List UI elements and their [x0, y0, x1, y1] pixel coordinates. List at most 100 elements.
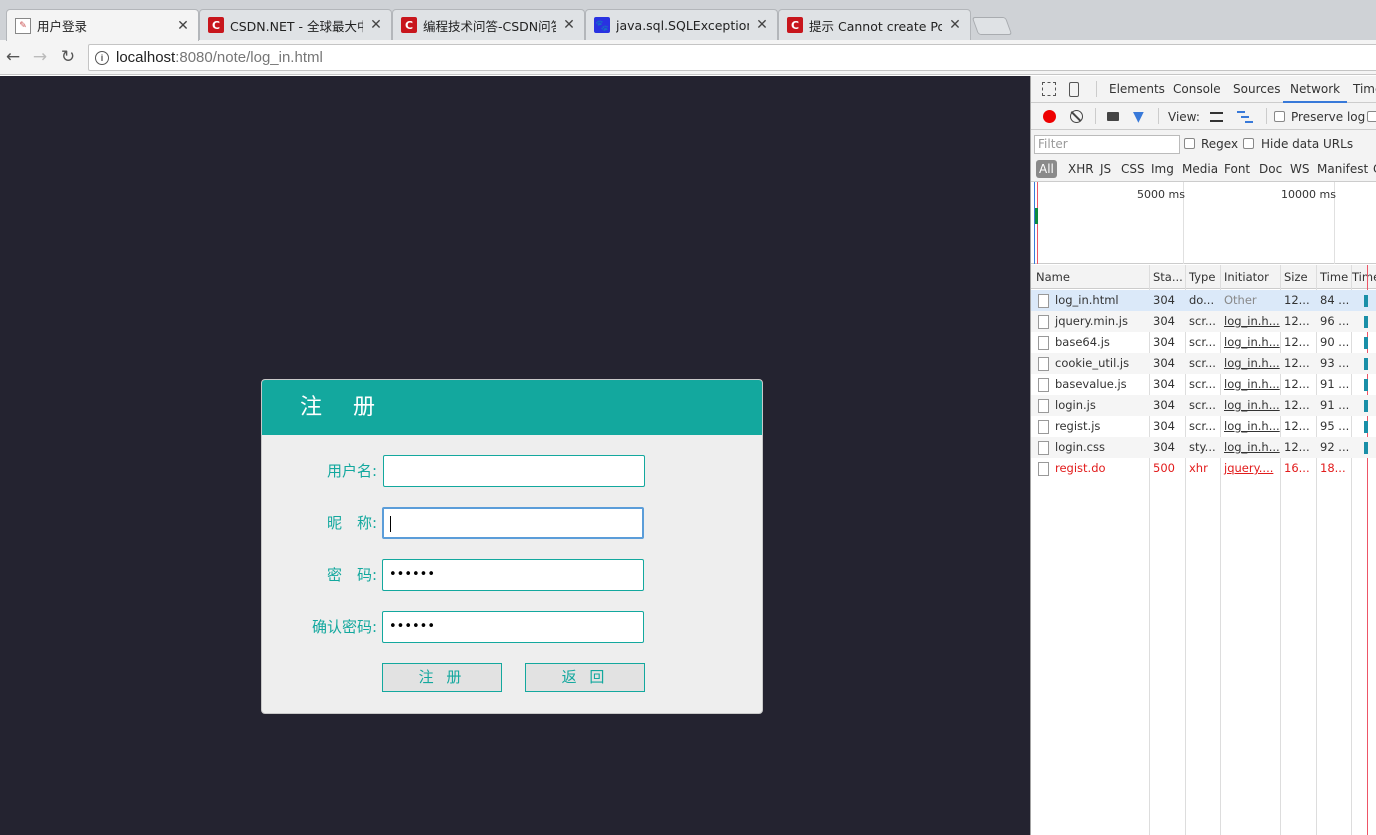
requests-table-header: Name Sta... Type Initiator Size Time Tim… [1031, 265, 1376, 289]
request-initiator[interactable]: Other [1220, 290, 1280, 311]
inspect-element-icon[interactable] [1042, 82, 1056, 96]
close-icon[interactable]: ✕ [369, 17, 383, 33]
browser-tab-login[interactable]: ✎ 用户登录 ✕ [6, 9, 199, 41]
username-input[interactable] [383, 455, 645, 487]
request-name: basevalue.js [1055, 377, 1127, 391]
tab-sources[interactable]: Sources [1233, 76, 1280, 103]
type-filter-css[interactable]: CSS [1121, 160, 1145, 178]
close-icon[interactable]: ✕ [755, 17, 769, 33]
close-icon[interactable]: ✕ [948, 17, 962, 33]
preserve-log-checkbox[interactable] [1274, 111, 1285, 122]
column-initiator[interactable]: Initiator [1220, 265, 1280, 289]
request-row[interactable]: regist.do 500 xhr jquery.... 16... 18... [1031, 458, 1376, 479]
address-bar[interactable]: i localhost:8080/note/log_in.html [88, 44, 1376, 71]
request-time: 93 ... [1320, 356, 1350, 370]
csdn-icon: C [401, 17, 417, 33]
request-type: scr... [1189, 356, 1216, 370]
column-size[interactable]: Size [1280, 265, 1316, 289]
request-row[interactable]: base64.js 304 scr... log_in.h... 12... 90 ... [1031, 332, 1376, 353]
waterfall-view-icon[interactable] [1237, 111, 1253, 123]
column-name[interactable]: Name [1032, 265, 1149, 289]
request-initiator[interactable]: log_in.h... [1220, 353, 1280, 374]
waterfall-bar [1364, 337, 1368, 349]
register-dialog: 注 册 用户名: 昵 称: 密 码: •••••• 确认密码: •••••• 注… [261, 379, 763, 714]
nickname-input[interactable] [382, 507, 644, 539]
type-filter-media[interactable]: Media [1182, 160, 1218, 178]
device-toolbar-icon[interactable] [1069, 82, 1079, 97]
hide-data-urls-label: Hide data URLs [1261, 137, 1354, 151]
disable-cache-checkbox[interactable] [1367, 111, 1376, 122]
type-filter-all[interactable]: All [1036, 160, 1057, 178]
type-filter-js[interactable]: JS [1100, 160, 1111, 178]
column-type[interactable]: Type [1185, 265, 1220, 289]
request-initiator[interactable]: log_in.h... [1220, 311, 1280, 332]
request-initiator[interactable]: log_in.h... [1220, 416, 1280, 437]
confirm-password-row: 确认密码: •••••• [262, 611, 762, 643]
request-row[interactable]: basevalue.js 304 scr... log_in.h... 12... 91 … [1031, 374, 1376, 395]
request-row[interactable]: jquery.min.js 304 scr... log_in.h... 12... 96… [1031, 311, 1376, 332]
regex-checkbox[interactable] [1184, 138, 1195, 149]
browser-tab-csdn-ask[interactable]: C 编程技术问答-CSDN问答 ✕ [392, 9, 585, 40]
tab-console[interactable]: Console [1173, 76, 1221, 103]
request-row[interactable]: login.js 304 scr... log_in.h... 12... 91 ... [1031, 395, 1376, 416]
browser-tab-csdn[interactable]: C CSDN.NET - 全球最大中 ✕ [199, 9, 392, 40]
tab-title: 编程技术问答-CSDN问答 [423, 18, 556, 34]
filter-input[interactable]: Filter [1034, 135, 1180, 154]
column-time[interactable]: Time [1316, 265, 1351, 289]
type-filter-ws[interactable]: WS [1290, 160, 1309, 178]
browser-tab-cannot-create[interactable]: C 提示 Cannot create Poo ✕ [778, 9, 971, 40]
request-time: 91 ... [1320, 398, 1350, 412]
type-filter-xhr[interactable]: XHR [1068, 160, 1094, 178]
browser-tab-sqlexception[interactable]: 🐾 java.sql.SQLException_ ✕ [585, 9, 778, 40]
request-initiator[interactable]: log_in.h... [1220, 437, 1280, 458]
forward-button[interactable]: → [29, 46, 51, 68]
request-size: 12... [1284, 293, 1310, 307]
new-tab-button[interactable] [971, 17, 1013, 35]
request-row[interactable]: log_in.html 304 do... Other 12... 84 ... [1031, 290, 1376, 311]
tab-elements[interactable]: Elements [1109, 76, 1165, 103]
record-icon[interactable] [1043, 110, 1056, 123]
camera-icon[interactable] [1107, 112, 1119, 121]
request-initiator[interactable]: jquery.... [1220, 458, 1280, 479]
request-name: regist.do [1055, 461, 1106, 475]
column-timeline[interactable]: Time [1348, 265, 1376, 289]
request-row[interactable]: login.css 304 sty... log_in.h... 12... 92 ... [1031, 437, 1376, 458]
request-initiator[interactable]: log_in.h... [1220, 374, 1280, 395]
password-input[interactable]: •••••• [382, 559, 644, 591]
request-row[interactable]: regist.js 304 scr... log_in.h... 12... 95 ... [1031, 416, 1376, 437]
type-filter-font[interactable]: Font [1224, 160, 1250, 178]
request-initiator[interactable]: log_in.h... [1220, 395, 1280, 416]
back-button[interactable]: ← [2, 46, 24, 68]
file-icon [1038, 315, 1049, 329]
filter-icon[interactable]: ▼ [1133, 109, 1144, 125]
separator [1158, 108, 1159, 124]
register-button[interactable]: 注 册 [382, 663, 502, 692]
tab-network[interactable]: Network [1283, 76, 1348, 103]
clear-icon[interactable] [1070, 110, 1083, 123]
request-type: sty... [1189, 440, 1216, 454]
close-icon[interactable]: ✕ [562, 17, 576, 33]
waterfall-bar [1364, 442, 1368, 454]
type-filter-img[interactable]: Img [1151, 160, 1174, 178]
type-filter-doc[interactable]: Doc [1259, 160, 1282, 178]
request-type: scr... [1189, 419, 1216, 433]
separator [1095, 108, 1096, 124]
confirm-password-input[interactable]: •••••• [382, 611, 644, 643]
file-icon [1038, 357, 1049, 371]
list-view-icon[interactable] [1210, 112, 1223, 122]
reload-button[interactable]: ↻ [57, 46, 79, 68]
info-icon[interactable]: i [95, 50, 109, 65]
type-filter-manifest[interactable]: Manifest [1317, 160, 1368, 178]
request-initiator[interactable]: log_in.h... [1220, 332, 1280, 353]
hide-data-urls-checkbox[interactable] [1243, 138, 1254, 149]
csdn-icon: C [787, 17, 803, 33]
tab-timeline[interactable]: Time [1353, 76, 1376, 103]
request-time: 91 ... [1320, 377, 1350, 391]
column-status[interactable]: Sta... [1149, 265, 1185, 289]
nickname-row: 昵 称: [262, 507, 762, 539]
close-icon[interactable]: ✕ [176, 18, 190, 34]
back-button[interactable]: 返 回 [525, 663, 645, 692]
request-size: 12... [1284, 398, 1310, 412]
password-row: 密 码: •••••• [262, 559, 762, 591]
request-row[interactable]: cookie_util.js 304 scr... log_in.h... 12... 9… [1031, 353, 1376, 374]
